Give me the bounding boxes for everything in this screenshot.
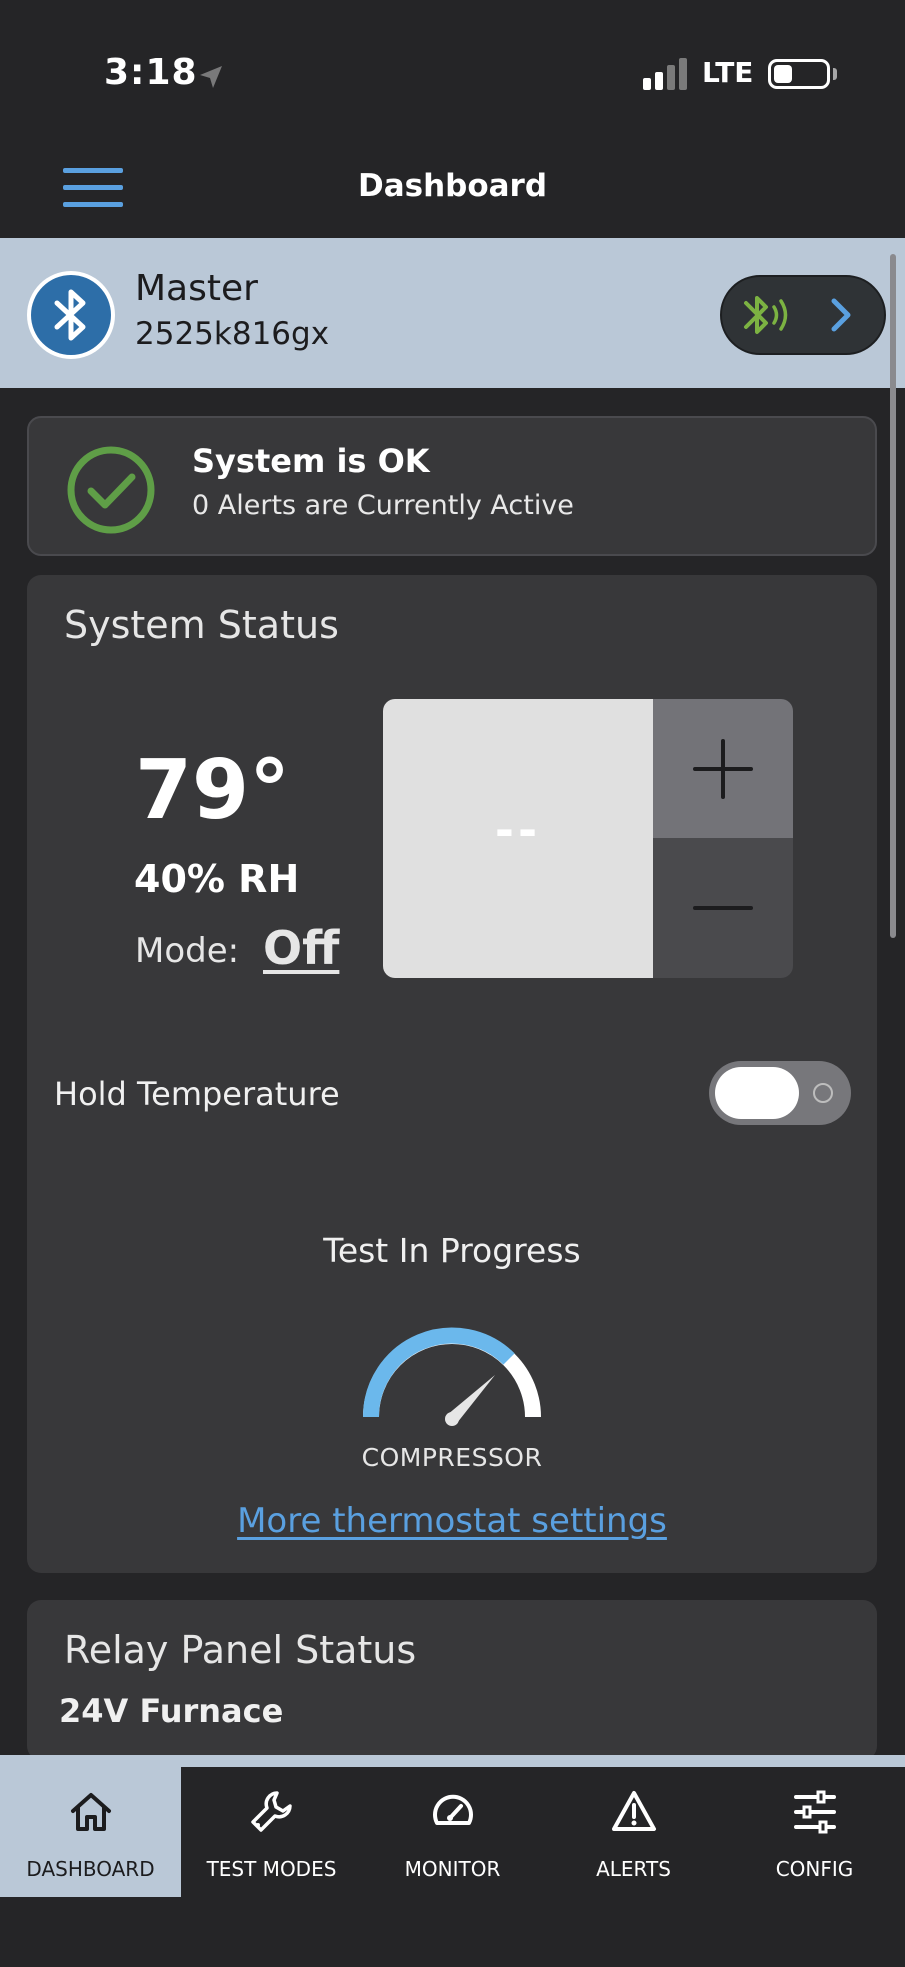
bluetooth-badge — [27, 271, 115, 359]
mode-selector[interactable]: Off — [263, 921, 339, 975]
current-temperature: 79° — [135, 743, 291, 838]
location-icon — [200, 66, 222, 88]
nav-dashboard[interactable]: DASHBOARD — [0, 1767, 181, 1897]
alerts-count-text: 0 Alerts are Currently Active — [192, 490, 574, 521]
system-ok-title: System is OK — [192, 442, 430, 480]
network-type: LTE — [702, 56, 754, 89]
nav-monitor[interactable]: MONITOR — [362, 1767, 543, 1897]
test-status-label: Test In Progress — [323, 1231, 581, 1270]
gauge-icon — [433, 1794, 473, 1825]
bluetooth-icon — [54, 289, 86, 341]
nav-label: DASHBOARD — [26, 1857, 155, 1881]
nav-label: TEST MODES — [206, 1857, 337, 1881]
warning-icon — [612, 1791, 656, 1831]
check-circle-icon — [67, 446, 155, 534]
battery-cap — [833, 68, 837, 80]
toggle-off-indicator — [813, 1083, 833, 1103]
nav-alerts[interactable]: ALERTS — [543, 1767, 724, 1897]
gauge-label: COMPRESSOR — [361, 1443, 543, 1472]
setpoint-display: -- — [383, 699, 653, 978]
status-bar: 3:18 LTE — [0, 0, 905, 150]
chevron-right-icon — [831, 298, 851, 332]
device-name: Master — [135, 268, 258, 309]
nav-label: ALERTS — [596, 1857, 671, 1881]
device-id: 2525k816gx — [135, 316, 330, 352]
relay-panel-card: Relay Panel Status 24V Furnace — [27, 1600, 877, 1760]
hold-temperature-toggle[interactable] — [709, 1061, 851, 1125]
device-connect-button[interactable] — [720, 275, 886, 355]
plus-icon — [693, 739, 753, 799]
system-status-title: System Status — [64, 603, 339, 647]
relay-panel-title: Relay Panel Status — [64, 1628, 417, 1672]
setpoint-value: -- — [494, 803, 542, 857]
increase-temperature-button[interactable] — [653, 699, 793, 838]
status-time: 3:18 — [104, 52, 198, 93]
nav-label: MONITOR — [404, 1857, 501, 1881]
scrollbar[interactable] — [890, 254, 896, 938]
nav-test-modes[interactable]: TEST MODES — [181, 1767, 362, 1897]
wrench-icon — [251, 1791, 292, 1832]
system-status-card: System Status 79° 40% RH Mode: Off -- Ho… — [27, 575, 877, 1573]
setpoint-control: -- — [383, 699, 793, 978]
nav-config[interactable]: CONFIG — [724, 1767, 905, 1897]
relay-item: 24V Furnace — [59, 1692, 284, 1730]
toggle-knob — [715, 1067, 799, 1119]
sliders-icon — [794, 1790, 836, 1834]
battery-icon — [768, 59, 830, 89]
page-title: Dashboard — [357, 168, 548, 204]
home-icon — [71, 1793, 111, 1831]
compressor-gauge-icon — [362, 1327, 541, 1426]
device-bar[interactable]: Master 2525k816gx — [0, 238, 905, 388]
minus-icon — [693, 906, 753, 910]
bottom-navigation: DASHBOARD TEST MODES MONITOR ALERTS CONF… — [0, 1755, 905, 1967]
bluetooth-connected-icon — [744, 296, 788, 334]
hold-temperature-label: Hold Temperature — [54, 1075, 340, 1113]
nav-label: CONFIG — [775, 1857, 854, 1881]
more-thermostat-settings-link[interactable]: More thermostat settings — [27, 1501, 877, 1541]
signal-icon — [643, 58, 687, 90]
humidity-reading: 40% RH — [134, 857, 300, 901]
system-ok-card[interactable]: System is OK 0 Alerts are Currently Acti… — [27, 416, 877, 556]
mode-label: Mode: — [135, 931, 240, 971]
decrease-temperature-button[interactable] — [653, 838, 793, 978]
